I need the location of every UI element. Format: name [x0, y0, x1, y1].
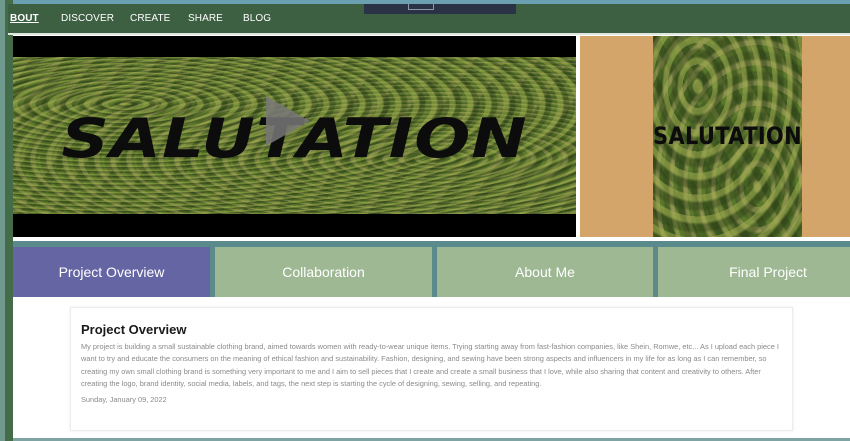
video-player[interactable]: SALUTATION [13, 36, 576, 237]
card-body: My project is building a small sustainab… [81, 342, 779, 388]
top-nav: BOUT DISCOVER CREATE SHARE BLOG [8, 4, 850, 34]
nav-create[interactable]: CREATE [130, 13, 170, 24]
tab-project-overview[interactable]: Project Overview [13, 247, 210, 297]
cover-panel: SALUTATION [580, 36, 850, 237]
window-left-edge [0, 0, 13, 441]
nav-blog[interactable]: BLOG [243, 13, 271, 24]
play-icon[interactable] [266, 96, 310, 146]
tab-about-me[interactable]: About Me [437, 247, 653, 297]
nav-about[interactable]: BOUT [10, 13, 39, 24]
tab-collaboration[interactable]: Collaboration [215, 247, 432, 297]
tab-final-project[interactable]: Final Project [658, 247, 850, 297]
nav-share[interactable]: SHARE [188, 13, 223, 24]
section-tabs: Project Overview Collaboration About Me … [13, 247, 850, 297]
tab-content: Project Overview My project is building … [13, 297, 850, 441]
overview-card: Project Overview My project is building … [70, 307, 793, 431]
card-title: Project Overview [81, 322, 187, 337]
card-date: Sunday, January 09, 2022 [81, 395, 167, 405]
nav-overlay-bar [364, 4, 516, 14]
nav-discover[interactable]: DISCOVER [61, 13, 114, 24]
cover-title-text: SALUTATION [653, 122, 802, 150]
cover-image: SALUTATION [653, 36, 802, 237]
nav-overlay-slot [408, 4, 434, 10]
